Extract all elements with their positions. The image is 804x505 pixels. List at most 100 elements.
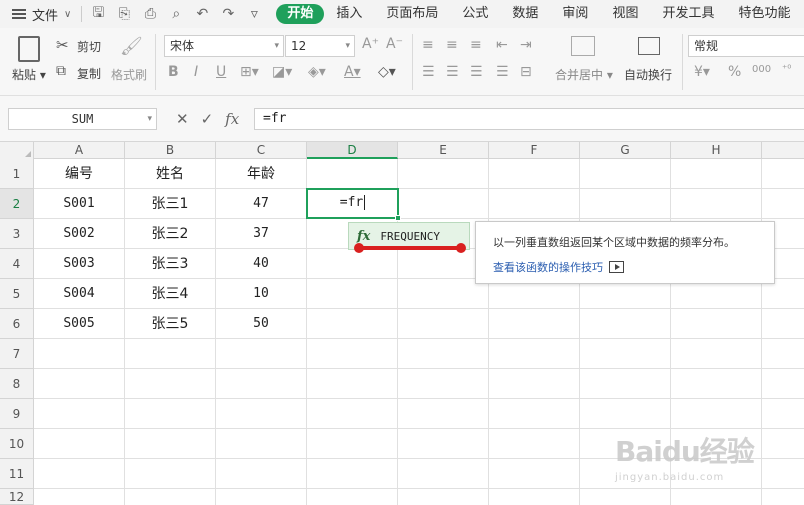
font-size-select[interactable]: 12 ▾ [285,35,355,57]
tab-formulas[interactable]: 公式 [450,4,500,24]
decimal-increase-icon[interactable]: ⁺⁰ [782,64,791,75]
paste-icon[interactable] [18,36,40,62]
row-header[interactable]: 11 [0,459,33,489]
indent-decrease-icon[interactable]: ⇤ [496,37,508,53]
column-header-d[interactable]: D [307,142,398,159]
row-header[interactable]: 9 [0,399,33,429]
select-all-corner[interactable] [0,142,34,159]
align-right-icon[interactable]: ☰ [470,64,483,80]
tab-developer[interactable]: 开发工具 [650,4,726,24]
print-preview-icon[interactable]: ⌕ [166,6,186,22]
distributed-icon[interactable]: ⊟ [520,64,532,80]
row-header[interactable]: 4 [0,249,33,279]
cell-b3[interactable]: 张三2 [125,219,215,249]
fill-handle[interactable] [395,215,401,221]
cell-style-icon[interactable]: ◪▾ [272,64,292,80]
cell-c6[interactable]: 50 [216,309,306,339]
bold-icon[interactable]: B [168,64,179,80]
align-top-icon[interactable]: ≡ [422,37,434,53]
wrap-text-button[interactable]: 自动换行 [624,66,672,83]
tab-data[interactable]: 数据 [500,4,550,24]
redo-icon[interactable]: ↷ [218,6,238,22]
border-icon[interactable]: ⊞▾ [240,64,259,80]
row-header[interactable]: 1 [0,159,33,189]
cell-c3[interactable]: 37 [216,219,306,249]
cell-c4[interactable]: 40 [216,249,306,279]
confirm-icon[interactable]: ✓ [201,110,214,128]
video-play-icon[interactable] [609,261,624,273]
cell-b6[interactable]: 张三5 [125,309,215,339]
tab-page-layout[interactable]: 页面布局 [374,4,450,24]
row-header[interactable]: 8 [0,369,33,399]
justify-icon[interactable]: ☰ [496,64,509,80]
thousands-icon[interactable]: 000 [752,64,771,75]
cell-area[interactable]: 编号 姓名 年龄 S001 张三1 47 S002 张三2 37 S003 张三… [34,159,804,505]
font-color-icon[interactable]: A▾ [344,64,361,80]
paste-button[interactable]: 粘贴 ▾ [12,66,46,83]
export-icon[interactable]: ⎘ [114,6,134,22]
align-middle-icon[interactable]: ≡ [446,37,458,53]
customize-icon[interactable]: ▿ [244,6,264,22]
function-tips-link[interactable]: 查看该函数的操作技巧 [493,259,603,275]
row-header[interactable]: 10 [0,429,33,459]
print-icon[interactable]: ⎙ [140,6,160,22]
active-cell-d2[interactable]: =fr [306,188,401,221]
row-header[interactable]: 6 [0,309,33,339]
increase-font-icon[interactable]: A⁺ [362,36,379,52]
cell-a1[interactable]: 编号 [34,159,124,189]
tab-features[interactable]: 特色功能 [726,4,802,24]
merge-cells-icon[interactable] [571,36,595,56]
currency-icon[interactable]: ¥▾ [694,64,710,80]
brush-icon[interactable]: 🖌 [120,36,143,57]
row-header[interactable]: 12 [0,489,33,505]
align-bottom-icon[interactable]: ≡ [470,37,482,53]
align-left-icon[interactable]: ☰ [422,64,435,80]
cell-a4[interactable]: S003 [34,249,124,279]
row-header[interactable]: 3 [0,219,33,249]
row-header[interactable]: 7 [0,339,33,369]
formula-input[interactable]: =fr [254,108,804,130]
copy-icon[interactable]: ⧉ [56,63,66,79]
row-header[interactable]: 5 [0,279,33,309]
scissors-icon[interactable]: ✂ [56,36,69,54]
cell-a3[interactable]: S002 [34,219,124,249]
name-box[interactable]: SUM ▾ [8,108,157,130]
eraser-icon[interactable]: ◇▾ [378,64,396,80]
column-header-c[interactable]: C [216,142,307,159]
column-header-b[interactable]: B [125,142,216,159]
undo-icon[interactable]: ↶ [192,6,212,22]
column-header-e[interactable]: E [398,142,489,159]
tab-view[interactable]: 视图 [600,4,650,24]
column-header-g[interactable]: G [580,142,671,159]
cell-c2[interactable]: 47 [216,189,306,219]
save-icon[interactable]: 🖫 [88,2,108,26]
wrap-text-icon[interactable] [638,37,660,55]
underline-icon[interactable]: U [216,64,226,80]
percent-icon[interactable]: % [728,64,741,80]
tab-review[interactable]: 审阅 [550,4,600,24]
file-menu[interactable]: 文件 ∨ [0,0,71,28]
merge-center-button[interactable]: 合并居中 ▾ [555,66,613,83]
italic-icon[interactable]: I [194,64,198,80]
align-center-icon[interactable]: ☰ [446,64,459,80]
cell-b5[interactable]: 张三4 [125,279,215,309]
cell-a6[interactable]: S005 [34,309,124,339]
column-header-f[interactable]: F [489,142,580,159]
decrease-font-icon[interactable]: A⁻ [386,36,403,52]
format-painter-button[interactable]: 格式刷 [111,66,147,83]
copy-button[interactable]: 复制 [77,65,101,82]
cell-b4[interactable]: 张三3 [125,249,215,279]
column-header-h[interactable]: H [671,142,762,159]
indent-increase-icon[interactable]: ⇥ [520,37,532,53]
cell-b1[interactable]: 姓名 [125,159,215,189]
font-name-select[interactable]: 宋体 ▾ [164,35,284,57]
cell-a2[interactable]: S001 [34,189,124,219]
cell-c5[interactable]: 10 [216,279,306,309]
fill-color-icon[interactable]: ◈▾ [308,64,326,80]
cell-b2[interactable]: 张三1 [125,189,215,219]
tab-insert[interactable]: 插入 [324,4,374,24]
cell-c1[interactable]: 年龄 [216,159,306,189]
tab-home[interactable]: 开始 [276,4,325,24]
cancel-icon[interactable]: ✕ [176,110,189,128]
cut-button[interactable]: 剪切 [77,38,101,55]
